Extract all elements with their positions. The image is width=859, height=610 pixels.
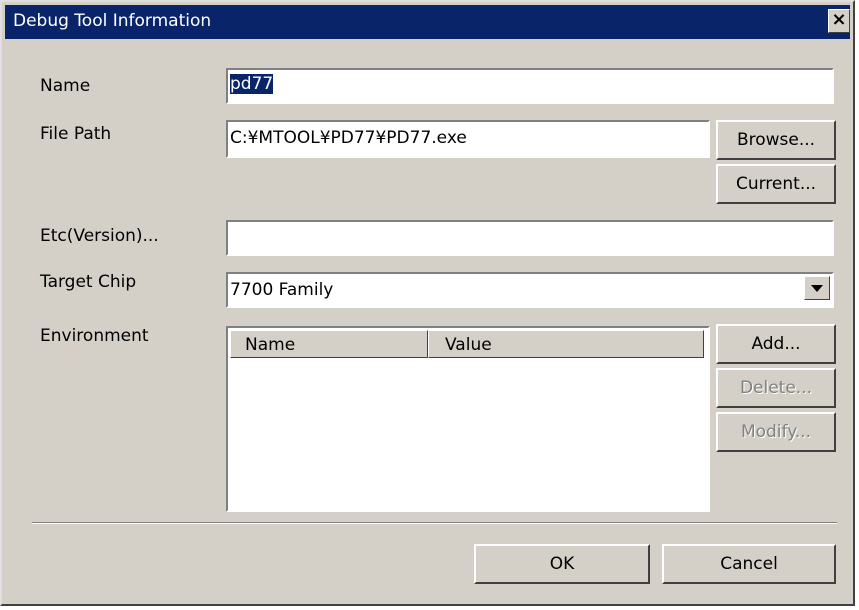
divider [32, 522, 837, 524]
target-chip-dropdown[interactable]: 7700 Family [226, 272, 834, 308]
chevron-down-icon [811, 285, 823, 292]
etc-version-field[interactable] [226, 220, 834, 256]
column-header-name-label: Name [245, 335, 296, 355]
browse-button[interactable]: Browse... [716, 120, 836, 160]
environment-label: Environment [40, 326, 149, 346]
cancel-button[interactable]: Cancel [662, 544, 836, 584]
column-header-value-label: Value [445, 335, 492, 355]
filepath-label: File Path [40, 124, 112, 144]
name-field-value: pd77 [230, 74, 274, 94]
close-icon: × [831, 9, 847, 30]
delete-button[interactable]: Delete... [716, 368, 836, 408]
window-title: Debug Tool Information [13, 11, 212, 31]
filepath-field-value: C:¥MTOOL¥PD77¥PD77.exe [230, 128, 467, 148]
target-chip-label: Target Chip [40, 272, 137, 292]
name-field[interactable]: pd77 [226, 68, 834, 104]
filepath-field[interactable]: C:¥MTOOL¥PD77¥PD77.exe [226, 120, 710, 158]
column-header-name[interactable]: Name [230, 330, 428, 358]
add-button[interactable]: Add... [716, 324, 836, 364]
environment-table[interactable]: Name Value [226, 326, 710, 512]
current-button[interactable]: Current... [716, 164, 836, 204]
target-chip-value: 7700 Family [230, 280, 334, 300]
modify-button[interactable]: Modify... [716, 412, 836, 452]
title-bar[interactable]: Debug Tool Information × [5, 5, 850, 39]
name-label: Name [40, 76, 91, 96]
etc-label: Etc(Version)... [40, 226, 159, 246]
ok-button[interactable]: OK [474, 544, 650, 584]
close-button[interactable]: × [828, 9, 850, 33]
column-header-value[interactable]: Value [428, 330, 704, 358]
dropdown-arrow-button[interactable] [804, 276, 830, 300]
